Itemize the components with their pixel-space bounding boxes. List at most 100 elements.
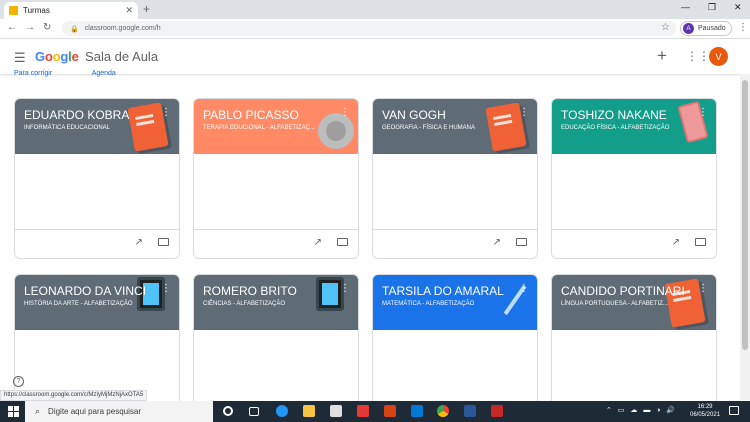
course-title[interactable]: PABLO PICASSO (203, 108, 349, 122)
course-options-icon[interactable]: ⋮ (519, 107, 529, 118)
notifications-icon[interactable] (729, 406, 739, 415)
course-card-footer: ↗ (552, 230, 716, 258)
windows-taskbar: ⌕ Digite aqui para pesquisar ⌃ ▭ ☁ ▬ ◑ 🔊… (0, 401, 750, 422)
google-wordmark: Google (35, 49, 79, 64)
course-title[interactable]: ROMERO BRITO (203, 284, 349, 298)
store-icon[interactable] (330, 405, 342, 417)
scrollbar-thumb[interactable] (742, 80, 748, 350)
course-card-header[interactable]: TOSHIZO NAKANE EDUCAÇÃO FÍSICA - ALFABETI… (552, 99, 716, 154)
course-title[interactable]: VAN GOGH (382, 108, 528, 122)
status-url: https://classroom.google.com/c/MzIyMjMzN… (0, 390, 148, 401)
course-card[interactable]: PABLO PICASSO TERAPIA EDUCIONAL - ALFABET… (193, 98, 359, 259)
course-title[interactable]: CANDIDO PORTINARI (561, 284, 707, 298)
product-name: Sala de Aula (85, 49, 159, 64)
drive-folder-icon[interactable] (158, 238, 169, 246)
course-options-icon[interactable]: ⋮ (340, 107, 350, 118)
course-card-header[interactable]: TARSILA DO AMARAL MATEMÁTICA - ALFABETIZA… (373, 275, 537, 330)
course-title[interactable]: TOSHIZO NAKANE (561, 108, 707, 122)
course-title[interactable]: TARSILA DO AMARAL (382, 284, 528, 298)
course-card[interactable]: CANDIDO PORTINARI LÍNGUA PORTUGUESA - ALF… (551, 274, 717, 422)
gradebook-trend-icon[interactable]: ↗ (672, 237, 680, 248)
course-options-icon[interactable]: ⋮ (161, 283, 171, 294)
bookmark-star-icon[interactable]: ☆ (661, 22, 670, 33)
mail-icon[interactable] (411, 405, 423, 417)
course-card-header[interactable]: PABLO PICASSO TERAPIA EDUCIONAL - ALFABET… (194, 99, 358, 154)
hamburger-menu-icon[interactable]: ☰ (14, 50, 26, 66)
file-explorer-icon[interactable] (303, 405, 315, 417)
app-b-icon[interactable] (384, 405, 396, 417)
create-join-class-icon[interactable]: + (657, 46, 667, 66)
course-options-icon[interactable]: ⋮ (519, 283, 529, 294)
reload-icon[interactable]: ↻ (43, 22, 51, 33)
course-section: EDUCAÇÃO FÍSICA - ALFABETIZAÇÃO (561, 125, 670, 131)
course-card[interactable]: VAN GOGH GEOGRAFIA - FÍSICA E HUMANA ⋮ ↗ (372, 98, 538, 259)
course-section: TERAPIA EDUCIONAL - ALFABETIZAÇ... (203, 125, 315, 131)
system-tray[interactable]: ⌃ ▭ ☁ ▬ ◑ 🔊 (606, 406, 677, 414)
address-bar[interactable]: 🔒 classroom.google.com/h (62, 21, 676, 36)
calendar-link[interactable]: Agenda (92, 70, 116, 77)
course-card-footer: ↗ (373, 230, 537, 258)
course-section: MATEMÁTICA - ALFABETIZAÇÃO (382, 301, 475, 307)
course-card-header[interactable]: VAN GOGH GEOGRAFIA - FÍSICA E HUMANA ⋮ (373, 99, 537, 154)
gradebook-trend-icon[interactable]: ↗ (135, 237, 143, 248)
cortana-icon[interactable] (223, 406, 233, 416)
clock-time: 16:29 (697, 404, 713, 410)
forward-icon[interactable]: → (25, 22, 35, 33)
browser-menu-icon[interactable]: ⋮ (738, 22, 748, 33)
edge-icon[interactable] (276, 405, 288, 417)
taskbar-search-placeholder: Digite aqui para pesquisar (48, 407, 141, 416)
user-avatar[interactable]: V (709, 47, 728, 66)
course-card-header[interactable]: EDUARDO KOBRA INFORMÁTICA EDUCACIONAL ⋮ (15, 99, 179, 154)
drive-folder-icon[interactable] (337, 238, 348, 246)
taskbar-search[interactable]: ⌕ Digite aqui para pesquisar (25, 401, 213, 422)
classroom-favicon-icon (9, 6, 18, 15)
drive-folder-icon[interactable] (516, 238, 527, 246)
classroom-logo[interactable]: Google Sala de Aula (35, 49, 158, 64)
back-icon[interactable]: ← (7, 22, 17, 33)
course-card-header[interactable]: LEONARDO DA VINCI HISTÓRIA DA ARTE - ALFA… (15, 275, 179, 330)
course-section: LÍNGUA PORTUGUESA - ALFABETIZ... (561, 301, 668, 307)
word-icon[interactable] (464, 405, 476, 417)
close-tab-icon[interactable]: ✕ (125, 5, 133, 16)
quick-links: Para corrigir Agenda (14, 70, 154, 77)
browser-tab[interactable]: Turmas ✕ (4, 2, 138, 19)
new-tab-icon[interactable]: + (143, 2, 150, 16)
minimize-icon[interactable]: — (681, 2, 690, 12)
gradebook-trend-icon[interactable]: ↗ (314, 237, 322, 248)
course-card-body (373, 154, 537, 230)
course-card-footer: ↗ (194, 230, 358, 258)
clock-date: 06/05/2021 (690, 412, 721, 418)
course-options-icon[interactable]: ⋮ (340, 283, 350, 294)
course-options-icon[interactable]: ⋮ (698, 283, 708, 294)
course-options-icon[interactable]: ⋮ (698, 107, 708, 118)
course-card[interactable]: TOSHIZO NAKANE EDUCAÇÃO FÍSICA - ALFABETI… (551, 98, 717, 259)
tab-title: Turmas (23, 6, 50, 15)
help-icon[interactable]: ? (13, 376, 24, 387)
course-card-header[interactable]: ROMERO BRITO CIÊNCIAS - ALFABETIZAÇÃO ⋮ (194, 275, 358, 330)
to-review-link[interactable]: Para corrigir (14, 70, 52, 77)
course-card-body (552, 330, 716, 406)
task-view-icon[interactable] (249, 407, 259, 416)
course-card[interactable]: EDUARDO KOBRA INFORMÁTICA EDUCACIONAL ⋮ ↗ (14, 98, 180, 259)
course-title[interactable]: EDUARDO KOBRA (24, 108, 170, 122)
course-card-body (194, 154, 358, 230)
browser-toolbar: ← → ↻ 🔒 classroom.google.com/h ☆ A Pausa… (0, 19, 750, 39)
course-card-body (552, 154, 716, 230)
course-card-body (15, 154, 179, 230)
taskbar-clock[interactable]: 16:29 06/05/2021 (690, 403, 720, 419)
chrome-icon[interactable] (437, 405, 449, 417)
media-app-icon[interactable] (357, 405, 369, 417)
course-card[interactable]: ROMERO BRITOCIÊNCIAS - ALFABETIZAÇÃO⋮↗ (193, 274, 359, 422)
restore-icon[interactable]: ❐ (708, 2, 716, 13)
drive-folder-icon[interactable] (695, 238, 706, 246)
windows-start-icon[interactable] (8, 406, 19, 417)
course-card[interactable]: TARSILA DO AMARAL MATEMÁTICA - ALFABETIZA… (372, 274, 538, 422)
course-options-icon[interactable]: ⋮ (161, 107, 171, 118)
profile-button[interactable]: A Pausado (680, 21, 732, 36)
close-window-icon[interactable]: ✕ (734, 2, 742, 13)
gradebook-trend-icon[interactable]: ↗ (493, 237, 501, 248)
course-card-header[interactable]: CANDIDO PORTINARI LÍNGUA PORTUGUESA - ALF… (552, 275, 716, 330)
app-m-icon[interactable] (491, 405, 503, 417)
course-title[interactable]: LEONARDO DA VINCI (24, 284, 170, 298)
course-section: GEOGRAFIA - FÍSICA E HUMANA (382, 125, 476, 131)
